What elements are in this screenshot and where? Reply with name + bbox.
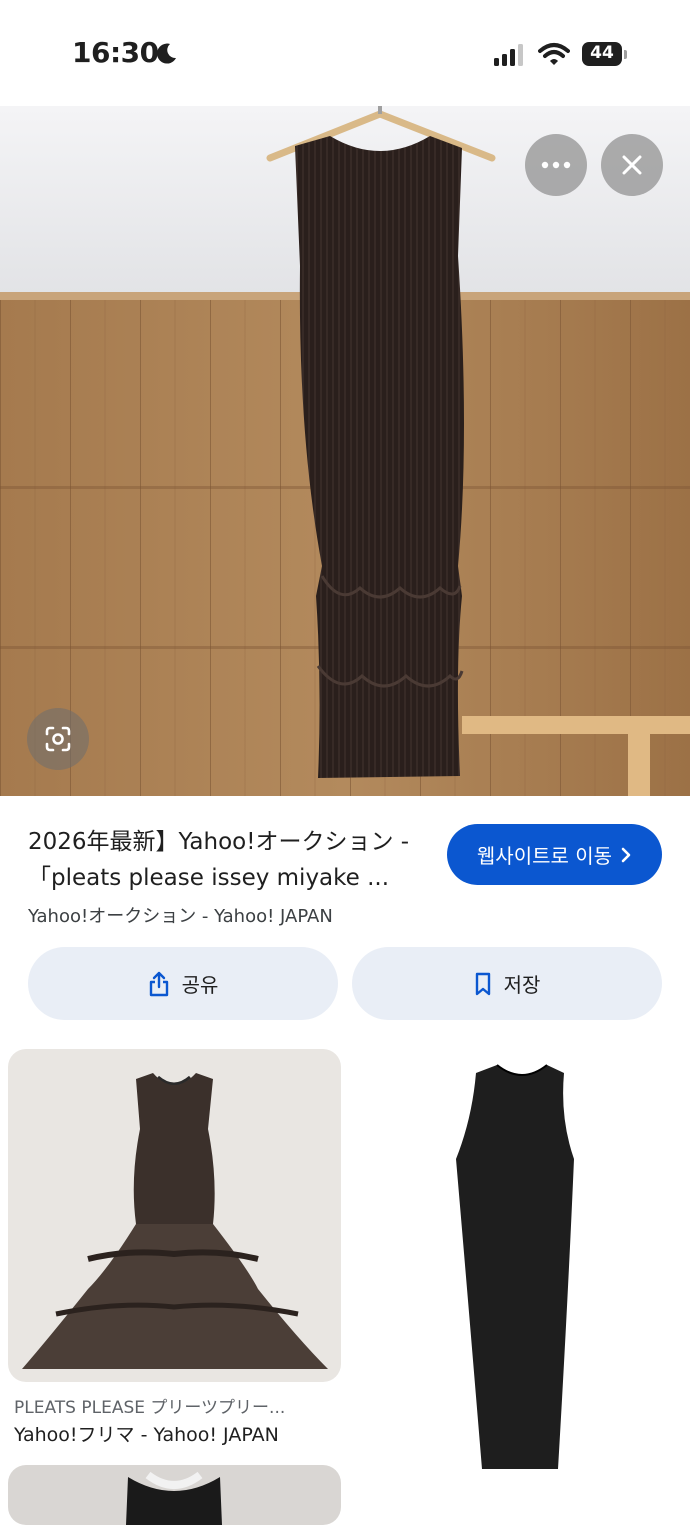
close-button[interactable] <box>601 134 663 196</box>
related-source-1: Yahoo!フリマ - Yahoo! JAPAN <box>14 1424 279 1446</box>
result-title[interactable]: 2026年最新】Yahoo!オークション - 「pleats please is… <box>28 824 428 896</box>
related-dress-photo-3 <box>8 1465 341 1525</box>
status-bar: 16:30 44 <box>0 0 690 106</box>
more-options-button[interactable] <box>525 134 587 196</box>
related-dress-photo-1 <box>8 1049 341 1382</box>
chevron-right-icon <box>621 847 631 862</box>
save-label: 저장 <box>503 973 541 997</box>
related-caption-1[interactable]: PLEATS PLEASE プリーツプリー... <box>14 1393 334 1418</box>
result-source: Yahoo!オークション - Yahoo! JAPAN <box>28 906 333 927</box>
more-horiz-icon <box>541 161 571 169</box>
moon-icon <box>157 43 176 64</box>
hero-image[interactable] <box>0 106 690 796</box>
lens-search-button[interactable] <box>27 708 89 770</box>
wifi-icon <box>538 43 570 65</box>
related-image-1[interactable] <box>8 1049 341 1382</box>
status-time: 16:30 <box>72 36 159 69</box>
bookmark-icon <box>475 972 490 995</box>
result-title-line2: 「pleats please issey miyake ... <box>28 865 390 891</box>
related-image-3[interactable] <box>8 1465 341 1525</box>
save-button[interactable]: 저장 <box>352 947 662 1020</box>
signal-icon <box>494 44 523 66</box>
visit-website-button[interactable]: 웹사이트로 이동 <box>447 824 662 885</box>
related-dress-photo-2 <box>352 1049 682 1489</box>
share-button[interactable]: 공유 <box>28 947 338 1020</box>
lens-icon <box>45 726 71 752</box>
close-icon <box>622 155 642 175</box>
share-icon <box>149 971 168 996</box>
dress-photo <box>0 106 690 796</box>
visit-website-label: 웹사이트로 이동 <box>476 844 613 868</box>
related-image-2[interactable] <box>352 1049 682 1489</box>
result-title-line1: 2026年最新】Yahoo!オークション - <box>28 829 410 855</box>
share-label: 공유 <box>181 973 219 997</box>
battery-level: 44 <box>590 43 614 63</box>
battery-indicator: 44 <box>582 42 628 68</box>
